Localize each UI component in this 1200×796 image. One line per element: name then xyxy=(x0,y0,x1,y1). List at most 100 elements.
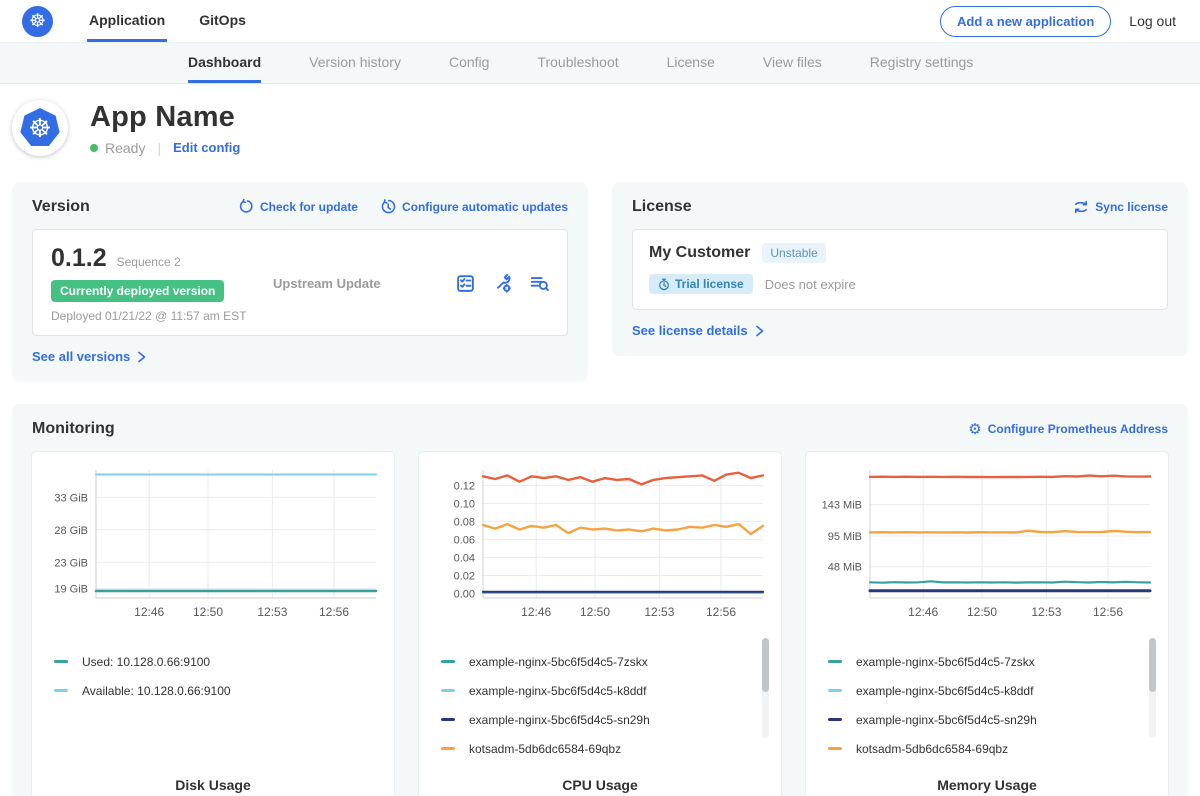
version-source-label: Upstream Update xyxy=(273,276,381,291)
see-all-versions-label: See all versions xyxy=(32,349,130,364)
license-card: License Sync license My Customer Unstabl… xyxy=(612,182,1188,356)
svg-text:0.00: 0.00 xyxy=(454,588,475,600)
subnav-tab-license[interactable]: License xyxy=(667,43,715,83)
subnav-tab-config[interactable]: Config xyxy=(449,43,489,83)
svg-text:12:46: 12:46 xyxy=(134,605,164,619)
chart-card-memory-usage: 12:4612:5012:5312:56143 MiB95 MiB48 MiBe… xyxy=(806,452,1168,796)
legend-scrollbar[interactable] xyxy=(762,638,769,738)
status-dot-icon xyxy=(90,144,98,152)
license-card-title: License xyxy=(632,198,692,216)
check-for-update-link[interactable]: Check for update xyxy=(238,199,358,215)
svg-text:0.10: 0.10 xyxy=(454,498,475,510)
logout-link[interactable]: Log out xyxy=(1129,13,1176,29)
version-card: Version Check for update Configure autom… xyxy=(12,182,588,382)
svg-text:12:53: 12:53 xyxy=(644,605,674,619)
legend-label: kotsadm-5db6dc6584-69qbz xyxy=(469,742,621,756)
deploy-logs-icon[interactable] xyxy=(530,274,549,293)
legend-swatch-icon xyxy=(828,718,842,721)
svg-text:0.06: 0.06 xyxy=(454,534,475,546)
app-header: ☸ App Name Ready | Edit config xyxy=(0,84,1200,170)
chart-title: CPU Usage xyxy=(429,777,771,793)
svg-text:28 GiB: 28 GiB xyxy=(54,525,88,537)
subnav-tab-dashboard[interactable]: Dashboard xyxy=(188,43,261,83)
edit-config-link[interactable]: Edit config xyxy=(173,140,240,155)
legend-item[interactable]: kotsadm-5db6dc6584-69qbz xyxy=(826,734,1158,763)
legend-scrollbar[interactable] xyxy=(1149,638,1156,738)
disk-usage-plot: 12:4612:5012:5312:5633 GiB28 GiB23 GiB19… xyxy=(42,462,384,624)
legend-item[interactable]: Used: 10.128.0.66:9100 xyxy=(52,647,384,676)
config-wrench-icon[interactable] xyxy=(493,274,512,293)
legend-item[interactable]: example-nginx-5bc6f5d4c5-k8ddf xyxy=(439,676,771,705)
see-license-details-label: See license details xyxy=(632,323,748,338)
legend-item[interactable]: example-nginx-5bc6f5d4c5-sn29h xyxy=(439,705,771,734)
configure-automatic-updates-label: Configure automatic updates xyxy=(402,200,568,214)
svg-text:143 MiB: 143 MiB xyxy=(822,500,862,512)
clock-refresh-icon xyxy=(380,199,396,215)
see-all-versions-link[interactable]: See all versions xyxy=(32,349,147,364)
legend-item[interactable]: example-nginx-5bc6f5d4c5-k8ddf xyxy=(826,676,1158,705)
legend-item[interactable]: Available: 10.128.0.66:9100 xyxy=(52,676,384,705)
subnav-tab-version-history[interactable]: Version history xyxy=(309,43,401,83)
version-card-title: Version xyxy=(32,198,90,216)
legend-swatch-icon xyxy=(54,689,68,692)
legend-label: example-nginx-5bc6f5d4c5-k8ddf xyxy=(469,684,646,698)
sub-nav: Dashboard Version history Config Trouble… xyxy=(0,42,1200,84)
legend-item[interactable]: example-nginx-5bc6f5d4c5-sn29h xyxy=(826,705,1158,734)
channel-badge: Unstable xyxy=(762,243,825,263)
legend-label: example-nginx-5bc6f5d4c5-7zskx xyxy=(469,655,648,669)
legend-swatch-icon xyxy=(828,660,842,663)
customer-name: My Customer xyxy=(649,244,750,262)
chevron-right-icon xyxy=(136,351,147,363)
svg-text:0.12: 0.12 xyxy=(454,480,475,492)
sync-license-link[interactable]: Sync license xyxy=(1073,199,1168,215)
legend-swatch-icon xyxy=(441,747,455,750)
cpu-usage-plot: 12:4612:5012:5312:560.120.100.080.060.04… xyxy=(429,462,771,624)
license-expiry: Does not expire xyxy=(765,277,856,292)
status-badge: Ready xyxy=(105,140,145,156)
svg-text:12:46: 12:46 xyxy=(521,605,551,619)
svg-text:12:50: 12:50 xyxy=(193,605,223,619)
configure-automatic-updates-link[interactable]: Configure automatic updates xyxy=(380,199,568,215)
top-nav: ☸ Application GitOps Add a new applicati… xyxy=(0,0,1200,42)
kubernetes-wheel-icon: ☸ xyxy=(29,12,46,31)
svg-text:12:56: 12:56 xyxy=(706,605,736,619)
subnav-tab-registry-settings[interactable]: Registry settings xyxy=(870,43,973,83)
svg-text:95 MiB: 95 MiB xyxy=(828,531,862,543)
chevron-right-icon xyxy=(754,325,765,337)
legend-item[interactable]: kotsadm-5db6dc6584-69qbz xyxy=(439,734,771,763)
cpu-usage-legend: example-nginx-5bc6f5d4c5-7zskx example-ng… xyxy=(439,647,771,763)
legend-swatch-icon xyxy=(828,689,842,692)
add-application-button[interactable]: Add a new application xyxy=(940,6,1111,37)
deployed-timestamp: Deployed 01/21/22 @ 11:57 am EST xyxy=(51,309,257,323)
kubernetes-logo[interactable]: ☸ xyxy=(22,6,53,37)
stopwatch-icon xyxy=(658,278,670,291)
legend-item[interactable]: example-nginx-5bc6f5d4c5-7zskx xyxy=(439,647,771,676)
svg-text:12:50: 12:50 xyxy=(580,605,610,619)
legend-swatch-icon xyxy=(441,689,455,692)
svg-text:12:46: 12:46 xyxy=(908,605,938,619)
configure-prometheus-link[interactable]: ⚙ Configure Prometheus Address xyxy=(968,422,1168,437)
top-nav-tabs: Application GitOps xyxy=(87,0,278,42)
legend-scrollbar-thumb[interactable] xyxy=(1149,638,1156,692)
legend-swatch-icon xyxy=(441,660,455,663)
refresh-icon xyxy=(238,199,254,215)
tab-application[interactable]: Application xyxy=(87,0,167,42)
cards-row: Version Check for update Configure autom… xyxy=(12,182,1188,382)
tab-gitops[interactable]: GitOps xyxy=(197,0,248,42)
svg-text:0.02: 0.02 xyxy=(454,570,475,582)
svg-text:33 GiB: 33 GiB xyxy=(54,492,88,504)
legend-scrollbar-thumb[interactable] xyxy=(762,638,769,692)
legend-swatch-icon xyxy=(828,747,842,750)
chart-card-cpu-usage: 12:4612:5012:5312:560.120.100.080.060.04… xyxy=(419,452,781,796)
legend-item[interactable]: example-nginx-5bc6f5d4c5-7zskx xyxy=(826,647,1158,676)
see-license-details-link[interactable]: See license details xyxy=(632,323,765,338)
preflight-checks-icon[interactable] xyxy=(456,274,475,293)
divider: | xyxy=(157,140,161,156)
legend-label: example-nginx-5bc6f5d4c5-k8ddf xyxy=(856,684,1033,698)
trial-license-label: Trial license xyxy=(675,277,744,291)
subnav-tab-view-files[interactable]: View files xyxy=(763,43,822,83)
legend-label: example-nginx-5bc6f5d4c5-7zskx xyxy=(856,655,1035,669)
legend-label: Used: 10.128.0.66:9100 xyxy=(82,655,210,669)
svg-text:12:53: 12:53 xyxy=(1031,605,1061,619)
subnav-tab-troubleshoot[interactable]: Troubleshoot xyxy=(537,43,618,83)
